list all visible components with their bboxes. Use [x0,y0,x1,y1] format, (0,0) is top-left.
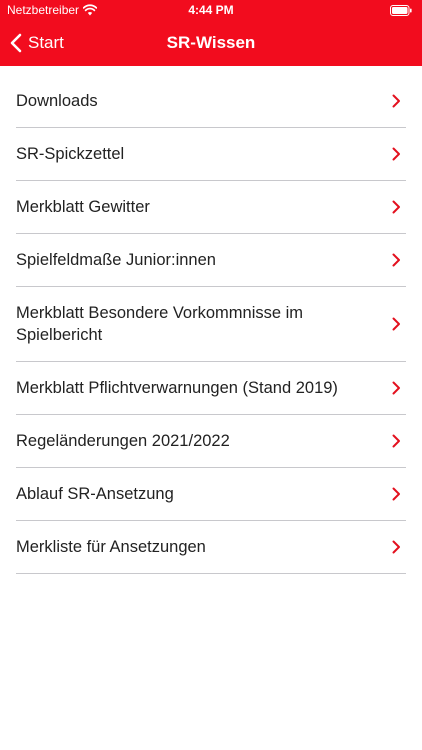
status-time: 4:44 PM [188,3,234,17]
navigation-bar: Start SR-Wissen [0,20,422,66]
chevron-right-icon [392,434,400,448]
list-item-ablauf-sr-ansetzung[interactable]: Ablauf SR-Ansetzung [16,468,406,521]
battery-icon [390,5,412,16]
top-bar: Netzbetreiber 4:44 PM Start SR-Wissen [0,0,422,66]
list-item-pflichtverwarnungen[interactable]: Merkblatt Pflichtverwarnungen (Stand 201… [16,362,406,415]
list-item-spielfeldmasse[interactable]: Spielfeldmaße Junior:innen [16,234,406,287]
chevron-right-icon [392,200,400,214]
list-item-label: Merkblatt Besondere Vorkommnisse im Spie… [16,304,304,344]
list-item-label: Regeländerungen 2021/2022 [16,432,230,450]
chevron-right-icon [392,147,400,161]
list-item-merkblatt-gewitter[interactable]: Merkblatt Gewitter [16,181,406,234]
chevron-right-icon [392,487,400,501]
list-item-label: SR-Spickzettel [16,145,125,163]
chevron-right-icon [392,94,400,108]
sr-wissen-list: Downloads SR-Spickzettel Merkblatt Gewit… [0,75,422,574]
list-item-regelaenderungen[interactable]: Regeländerungen 2021/2022 [16,415,406,468]
list-item-label: Downloads [16,92,98,110]
list-item-besondere-vorkommnisse[interactable]: Merkblatt Besondere Vorkommnisse im Spie… [16,287,406,362]
chevron-right-icon [392,381,400,395]
list-item-downloads[interactable]: Downloads [16,75,406,128]
chevron-right-icon [392,317,400,331]
list-item-label: Ablauf SR-Ansetzung [16,485,174,503]
page-title: SR-Wissen [166,33,256,52]
list-item-label: Merkblatt Gewitter [16,198,150,216]
list-item-sr-spickzettel[interactable]: SR-Spickzettel [16,128,406,181]
list-item-label: Merkblatt Pflichtverwarnungen (Stand 201… [16,379,338,397]
status-bar: Netzbetreiber 4:44 PM [0,0,422,20]
list-item-merkliste[interactable]: Merkliste für Ansetzungen [16,521,406,574]
list-item-label: Merkliste für Ansetzungen [16,538,206,556]
list-item-label: Spielfeldmaße Junior:innen [16,251,216,269]
chevron-right-icon [392,253,400,267]
chevron-right-icon [392,540,400,554]
